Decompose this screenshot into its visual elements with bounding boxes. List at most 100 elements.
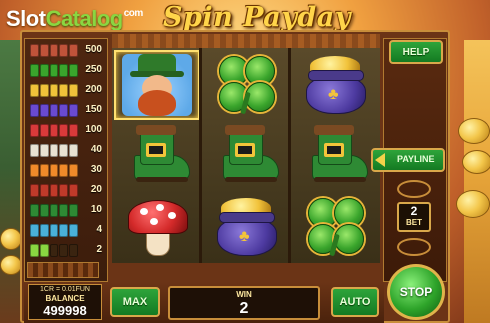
game-title-logo: Spin Payday — [163, 2, 351, 33]
celtic-knot-band — [112, 34, 380, 49]
paytable-row: 10 — [28, 202, 106, 220]
mini-symbol-icon — [30, 84, 39, 97]
leprechaun-boot-icon — [211, 125, 281, 187]
paytable-row: 40 — [28, 142, 106, 160]
reel-separator — [288, 48, 291, 263]
paytable-value: 10 — [90, 204, 102, 215]
win-label: WIN — [236, 290, 252, 299]
paytable-value: 150 — [85, 104, 102, 115]
max-bet-button[interactable]: MAX — [110, 287, 160, 317]
paytable-row: 500 — [28, 42, 106, 60]
mini-symbol-icon — [30, 44, 39, 57]
mini-symbol-icon — [49, 224, 59, 237]
credit-rate-text: 1CR = 0.01FUN — [40, 286, 90, 293]
help-label: HELP — [402, 46, 430, 58]
payline-button[interactable]: PAYLINE — [371, 148, 445, 172]
balance-panel: 1CR = 0.01FUN BALANCE 499998 — [28, 284, 102, 320]
mini-symbol-icon — [39, 124, 49, 137]
paytable-symbol-icons — [30, 124, 78, 137]
reel-cell — [203, 50, 289, 120]
mini-symbol-icon — [49, 184, 59, 197]
mini-symbol-icon — [30, 104, 39, 117]
leprechaun-symbol-icon — [122, 54, 192, 116]
paytable-symbol-icons — [30, 144, 78, 157]
balance-label: BALANCE — [45, 294, 85, 303]
paytable-row: 150 — [28, 102, 106, 120]
reel-cell — [114, 192, 200, 262]
pot-of-gold-icon: ♣ — [211, 196, 281, 258]
mini-symbol-icon — [59, 44, 69, 57]
mini-symbol-icon — [59, 124, 69, 137]
mini-symbol-icon — [59, 224, 69, 237]
paytable-value: 100 — [85, 124, 102, 135]
mini-symbol-icon — [69, 224, 78, 237]
paytable-row: 30 — [28, 162, 106, 180]
pot-of-gold-icon: ♣ — [300, 54, 370, 116]
mini-symbol-icon — [39, 164, 49, 177]
paytable-symbol-icons — [30, 164, 78, 177]
reel-cell: ♣ — [292, 50, 378, 120]
paytable-symbol-icons — [30, 104, 78, 117]
win-display: WIN 2 — [168, 286, 320, 320]
mini-symbol-icon — [49, 44, 59, 57]
bet-label: BET — [406, 218, 422, 227]
mini-symbol-icon — [69, 244, 78, 257]
balance-value: 499998 — [43, 303, 87, 318]
paytable-row: 100 — [28, 122, 106, 140]
stop-spin-button[interactable]: STOP — [387, 264, 445, 320]
slotcatalog-watermark: SlotCatalogcom — [6, 6, 143, 32]
paytable-row: 4 — [28, 222, 106, 240]
mini-symbol-icon — [49, 144, 59, 157]
mini-symbol-icon — [49, 124, 59, 137]
mini-symbol-icon — [59, 204, 69, 217]
paytable-value: 200 — [85, 84, 102, 95]
celtic-knot-decoration — [27, 262, 99, 278]
gold-coin-decoration — [0, 255, 22, 275]
help-button[interactable]: HELP — [389, 40, 443, 64]
paytable-row: 200 — [28, 82, 106, 100]
paytable-symbol-icons — [30, 64, 78, 77]
paytable-symbol-icons — [30, 84, 78, 97]
mini-symbol-icon — [49, 164, 59, 177]
mini-symbol-icon — [30, 184, 39, 197]
payline-label: PAYLINE — [397, 154, 435, 164]
mini-symbol-icon — [69, 204, 78, 217]
mini-symbol-icon — [39, 244, 49, 257]
four-leaf-clover-icon — [213, 54, 279, 116]
mini-symbol-icon — [39, 84, 49, 97]
mini-symbol-icon — [69, 144, 78, 157]
paytable-value: 250 — [85, 64, 102, 75]
paytable-symbol-icons — [30, 224, 78, 237]
mini-symbol-icon — [30, 164, 39, 177]
mini-symbol-icon — [59, 184, 69, 197]
mini-symbol-icon — [49, 204, 59, 217]
mini-symbol-icon — [30, 244, 39, 257]
mini-symbol-icon — [59, 144, 69, 157]
celtic-knot-decoration — [397, 180, 431, 198]
mini-symbol-icon — [39, 144, 49, 157]
bet-display[interactable]: 2 BET — [397, 202, 431, 232]
bet-value: 2 — [410, 204, 418, 218]
win-value: 2 — [239, 300, 249, 317]
mini-symbol-icon — [69, 124, 78, 137]
mini-symbol-icon — [30, 124, 39, 137]
reel-cell — [114, 50, 200, 120]
mini-symbol-icon — [69, 184, 78, 197]
four-leaf-clover-icon — [302, 196, 368, 258]
celtic-knot-decoration — [397, 238, 431, 256]
paytable-value: 40 — [90, 144, 102, 155]
watermark-suffix: com — [123, 8, 144, 19]
reel-separator — [199, 48, 202, 263]
mini-symbol-icon — [69, 84, 78, 97]
auto-spin-button[interactable]: AUTO — [331, 287, 379, 317]
background-right-coins — [464, 40, 490, 323]
mini-symbol-icon — [49, 64, 59, 77]
mini-symbol-icon — [59, 104, 69, 117]
paytable-value: 30 — [90, 164, 102, 175]
reel-cell — [292, 121, 378, 191]
mini-symbol-icon — [69, 64, 78, 77]
mini-symbol-icon — [39, 44, 49, 57]
paytable-row: 2 — [28, 242, 106, 260]
mini-symbol-icon — [59, 64, 69, 77]
reel-cell — [292, 192, 378, 262]
